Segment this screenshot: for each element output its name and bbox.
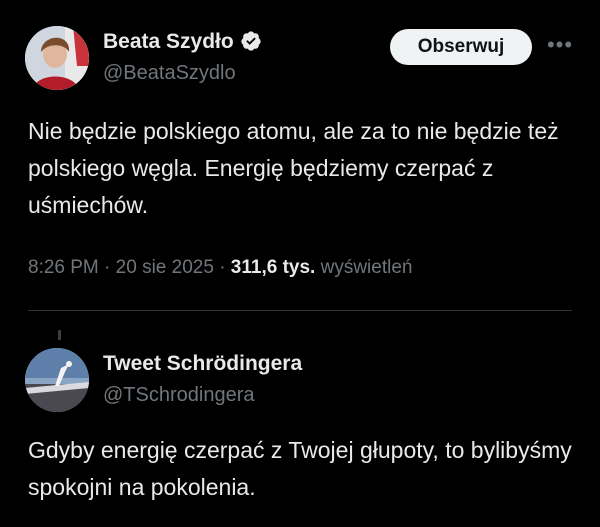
author-handle[interactable]: @TSchrodingera: [103, 384, 254, 407]
author-name[interactable]: Beata Szydło: [103, 30, 262, 54]
author-name[interactable]: Tweet Schrödingera: [103, 352, 302, 376]
avatar[interactable]: [25, 348, 89, 412]
tweet-text: Gdyby energię czerpać z Twojej głupoty, …: [28, 437, 572, 500]
more-options-icon[interactable]: •••: [544, 34, 576, 56]
divider: [28, 310, 572, 311]
view-count[interactable]: 311,6 tys.: [231, 257, 316, 278]
meta-separator: ·: [219, 257, 226, 278]
meta-separator: ·: [104, 257, 111, 278]
tweet-meta: 8:26 PM · 20 sie 2025 · 311,6 tys. wyświ…: [28, 257, 412, 279]
tweet-time[interactable]: 8:26 PM: [28, 257, 99, 278]
follow-button[interactable]: Obserwuj: [390, 29, 532, 65]
thread-line: [58, 330, 61, 340]
tweet-date[interactable]: 20 sie 2025: [116, 257, 214, 278]
tweet-text: Nie będzie polskiego atomu, ale za to ni…: [28, 118, 559, 218]
author-handle[interactable]: @BeataSzydlo: [103, 62, 236, 85]
view-count-label: wyświetleń: [320, 257, 413, 278]
avatar-photo: [25, 348, 89, 412]
avatar-photo: [25, 26, 89, 90]
avatar[interactable]: [25, 26, 89, 90]
author-name-text[interactable]: Beata Szydło: [103, 30, 234, 53]
verified-badge-icon: [240, 30, 262, 52]
